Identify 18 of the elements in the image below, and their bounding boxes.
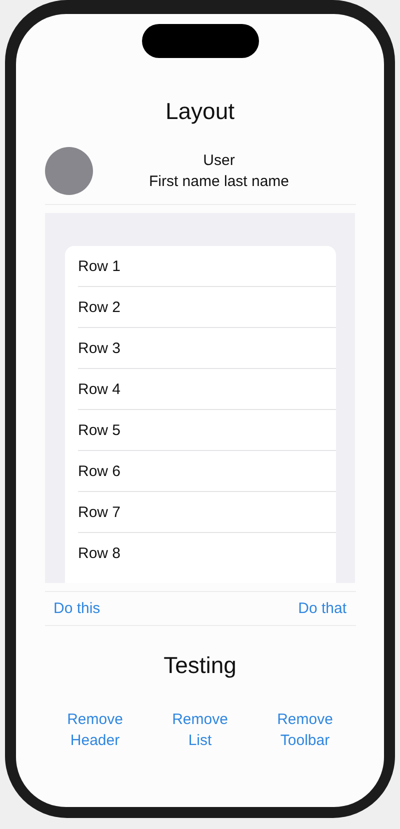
remove-button[interactable]: Remove List bbox=[155, 707, 245, 753]
toolbar-button[interactable]: Do that bbox=[289, 598, 356, 619]
section-title: Testing bbox=[164, 652, 236, 679]
list-row[interactable]: Row 7 bbox=[78, 504, 121, 520]
list-row[interactable]: Row 1 bbox=[78, 258, 121, 274]
toolbar-button[interactable]: Do this bbox=[44, 598, 110, 619]
user-label: User bbox=[203, 152, 235, 169]
avatar bbox=[44, 147, 92, 195]
remove-button[interactable]: Remove Header bbox=[50, 707, 140, 753]
list-row[interactable]: Row 2 bbox=[78, 298, 121, 316]
list-row[interactable]: Row 8 bbox=[78, 544, 121, 562]
user-full-name: First name last name bbox=[148, 173, 290, 190]
page-title: Layout bbox=[165, 98, 235, 125]
list-row[interactable]: Row 4 bbox=[78, 380, 121, 398]
remove-button[interactable]: Remove Toolbar bbox=[260, 707, 350, 753]
list-row[interactable]: Row 3 bbox=[78, 340, 121, 356]
list-row[interactable]: Row 6 bbox=[78, 462, 121, 480]
list-row[interactable]: Row 5 bbox=[78, 422, 121, 438]
